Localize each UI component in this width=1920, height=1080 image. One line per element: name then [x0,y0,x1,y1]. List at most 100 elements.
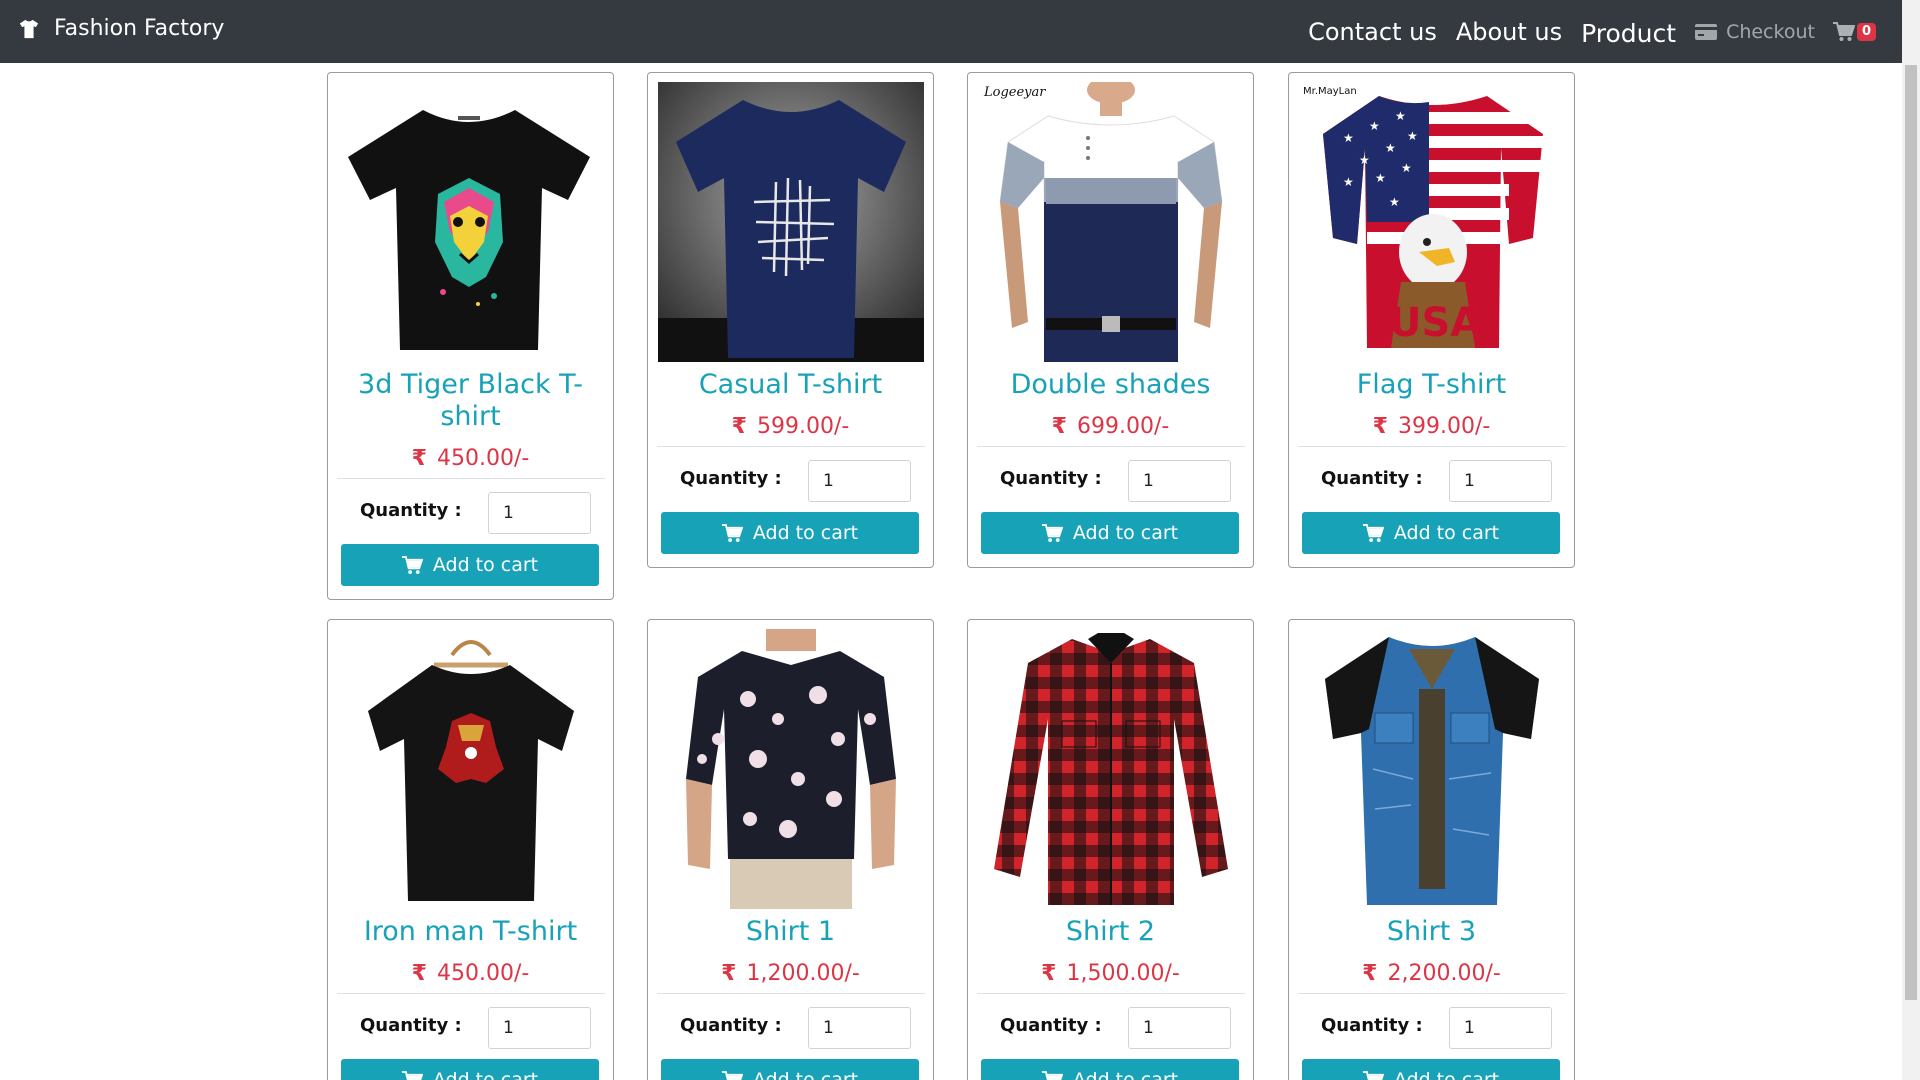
product-card: Iron man T-shirt ₹450.00/- Quantity : Ad… [327,619,614,1080]
card-divider [337,478,605,479]
mr-maylan-brand-mark: Mr.MayLan [1303,86,1357,97]
quantity-input[interactable] [808,1007,911,1049]
scrollbar-thumb[interactable] [1905,65,1917,1000]
add-to-cart-button[interactable]: Add to cart [341,1059,599,1080]
add-to-cart-button[interactable]: Add to cart [1302,512,1560,554]
add-to-cart-label: Add to cart [752,522,859,544]
add-to-cart-label: Add to cart [752,1069,859,1080]
svg-text:★: ★ [1401,161,1412,175]
product-image-iron-man-tshirt[interactable] [338,629,604,909]
product-title[interactable]: 3d Tiger Black T-shirt [328,369,613,433]
nav-cart-link[interactable]: 0 [1832,21,1876,42]
card-divider [977,993,1245,994]
quantity-input[interactable] [1449,1007,1552,1049]
price-value: 2,200.00/- [1387,961,1501,986]
card-divider [1298,993,1566,994]
add-to-cart-button[interactable]: Add to cart [341,544,599,586]
product-price: ₹450.00/- [328,446,613,471]
quantity-input[interactable] [808,460,911,502]
card-divider [1298,446,1566,447]
cart-icon [721,1070,743,1080]
product-price: ₹1,500.00/- [968,961,1253,986]
add-to-cart-label: Add to cart [1072,1069,1179,1080]
product-title[interactable]: Shirt 1 [648,916,933,948]
product-price: ₹1,200.00/- [648,961,933,986]
quantity-label: Quantity : [360,1015,462,1036]
credit-card-icon [1695,23,1718,40]
add-to-cart-button[interactable]: Add to cart [1302,1059,1560,1080]
product-card: 3d Tiger Black T-shirt ₹450.00/- Quantit… [327,72,614,600]
rupee-icon: ₹ [411,961,427,986]
add-to-cart-label: Add to cart [1072,522,1179,544]
price-value: 699.00/- [1076,414,1170,439]
quantity-label: Quantity : [360,500,462,521]
cart-icon [401,555,423,574]
svg-text:★: ★ [1359,153,1370,167]
product-image-flag-tshirt[interactable]: Mr.MayLan ★ ★ ★ ★ ★ ★ ★ ★ ★ ★ USA [1299,82,1565,362]
nav-menu: Contact us About us Product Checkout 0 [1289,0,1876,63]
product-card: Shirt 2 ₹1,500.00/- Quantity : Add to ca… [967,619,1254,1080]
svg-text:★: ★ [1343,175,1354,189]
svg-text:★: ★ [1407,129,1418,143]
quantity-input[interactable] [488,1007,591,1049]
add-to-cart-label: Add to cart [432,554,539,576]
card-divider [977,446,1245,447]
rupee-icon: ₹ [731,414,747,439]
nav-contact-link[interactable]: Contact us [1308,18,1437,46]
brand-link[interactable]: Fashion Factory [18,16,224,41]
svg-text:USA: USA [1389,300,1481,346]
product-price: ₹699.00/- [968,414,1253,439]
quantity-label: Quantity : [680,468,782,489]
product-price: ₹450.00/- [328,961,613,986]
add-to-cart-label: Add to cart [1393,522,1500,544]
price-value: 450.00/- [436,446,530,471]
nav-checkout-link[interactable]: Checkout [1695,21,1815,43]
product-title[interactable]: Shirt 3 [1289,916,1574,948]
product-image-casual-tshirt[interactable] [658,82,924,362]
price-value: 1,500.00/- [1066,961,1180,986]
product-title[interactable]: Shirt 2 [968,916,1253,948]
product-image-tiger-tshirt[interactable] [338,82,604,362]
product-card: Shirt 3 ₹2,200.00/- Quantity : Add to ca… [1288,619,1575,1080]
product-image-shirt-2[interactable] [978,629,1244,909]
svg-text:★: ★ [1343,131,1354,145]
add-to-cart-label: Add to cart [1393,1069,1500,1080]
product-image-shirt-1[interactable] [658,629,924,909]
svg-text:★: ★ [1375,171,1386,185]
card-divider [657,993,925,994]
rupee-icon: ₹ [1041,961,1057,986]
nav-product-link[interactable]: Product [1581,19,1676,48]
quantity-input[interactable] [1128,460,1231,502]
page-scrollbar[interactable] [1902,0,1920,1080]
product-price: ₹399.00/- [1289,414,1574,439]
add-to-cart-button[interactable]: Add to cart [981,1059,1239,1080]
quantity-input[interactable] [1128,1007,1231,1049]
quantity-label: Quantity : [1000,468,1102,489]
cart-icon [1362,1070,1384,1080]
product-title[interactable]: Casual T-shirt [648,369,933,401]
product-price: ₹2,200.00/- [1289,961,1574,986]
add-to-cart-button[interactable]: Add to cart [981,512,1239,554]
nav-about-link[interactable]: About us [1456,18,1562,46]
rupee-icon: ₹ [1362,961,1378,986]
product-image-shirt-3[interactable] [1299,629,1565,909]
product-title[interactable]: Iron man T-shirt [328,916,613,948]
price-value: 599.00/- [756,414,850,439]
add-to-cart-button[interactable]: Add to cart [661,1059,919,1080]
product-card: Shirt 1 ₹1,200.00/- Quantity : Add to ca… [647,619,934,1080]
product-title[interactable]: Flag T-shirt [1289,369,1574,401]
product-price: ₹599.00/- [648,414,933,439]
cart-count-badge: 0 [1856,22,1876,41]
product-image-double-shades[interactable]: Logeeyar [978,82,1244,362]
checkout-label: Checkout [1726,20,1815,43]
cart-icon [1832,21,1855,41]
logeeyar-brand-mark: Logeeyar [983,85,1046,100]
product-card: Logeeyar Double shades ₹699.00/- Quantit… [967,72,1254,568]
add-to-cart-button[interactable]: Add to cart [661,512,919,554]
quantity-label: Quantity : [1000,1015,1102,1036]
quantity-label: Quantity : [680,1015,782,1036]
quantity-input[interactable] [488,492,591,534]
product-title[interactable]: Double shades [968,369,1253,401]
card-divider [657,446,925,447]
quantity-input[interactable] [1449,460,1552,502]
